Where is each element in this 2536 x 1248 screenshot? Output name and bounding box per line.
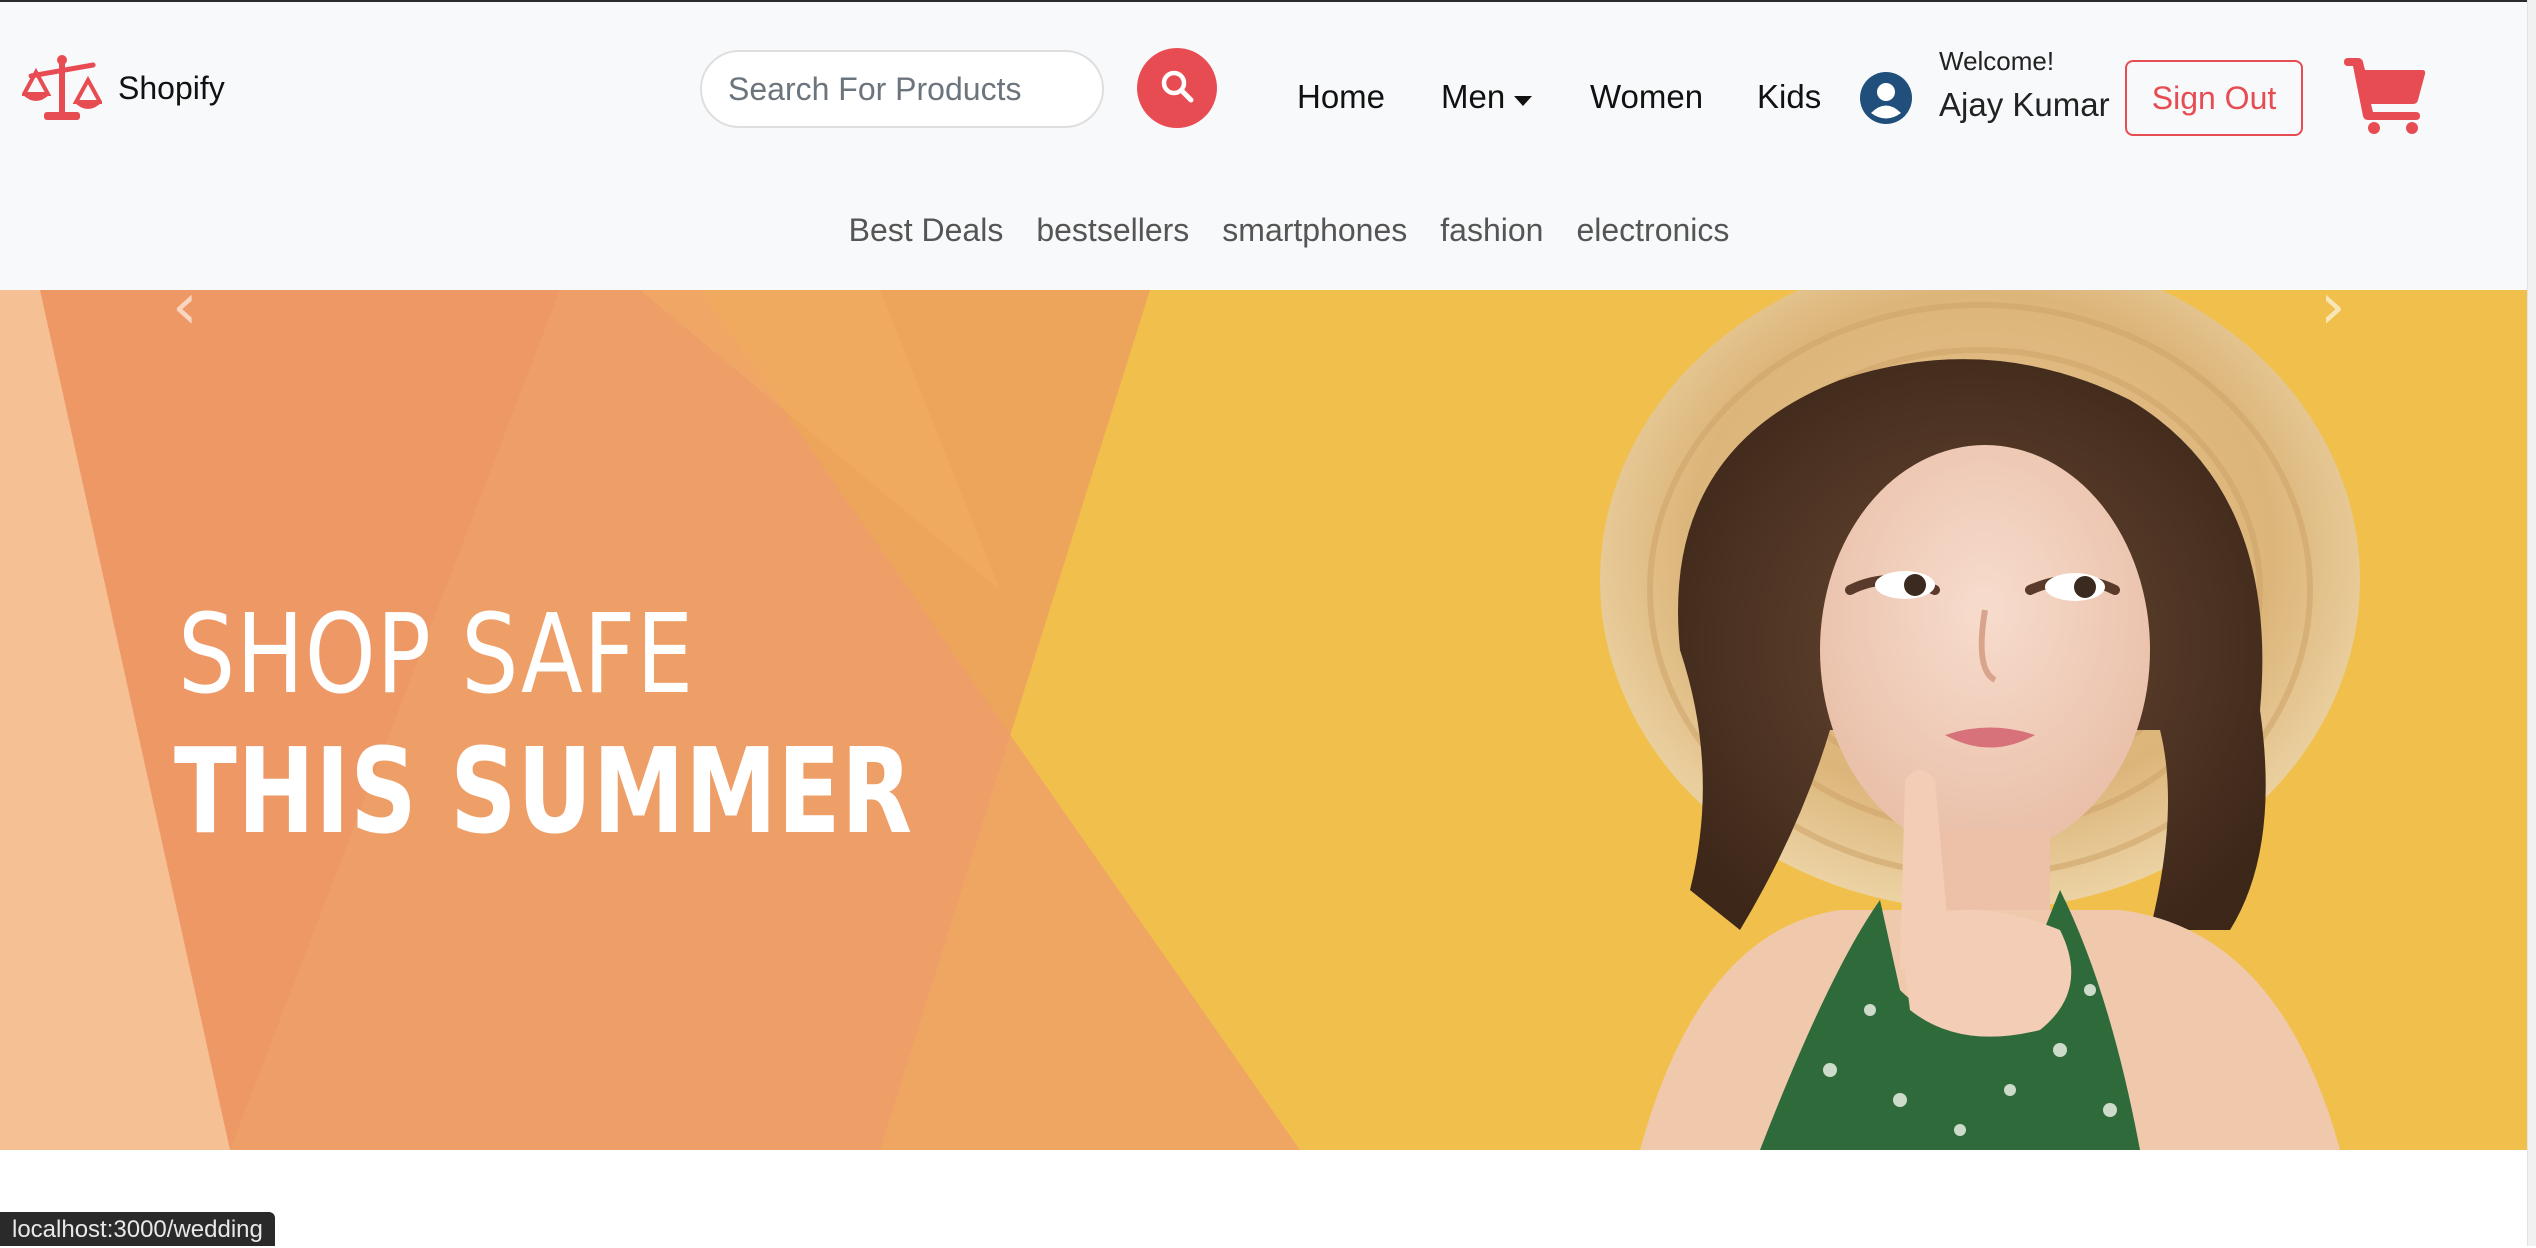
search-button[interactable] [1137, 48, 1217, 128]
caret-down-icon [1513, 78, 1533, 116]
search-icon [1159, 68, 1195, 109]
search-input[interactable] [726, 69, 1090, 109]
sign-out-button[interactable]: Sign Out [2125, 60, 2303, 136]
carousel-prev-arrow[interactable]: ‹ [172, 290, 198, 344]
category-link-fashion[interactable]: fashion [1440, 212, 1543, 249]
scrollbar-track[interactable] [2527, 0, 2536, 1246]
brand-name: Shopify [118, 69, 225, 106]
hero-banner-image [0, 290, 2528, 1150]
nav-kids[interactable]: Kids [1757, 78, 1821, 116]
welcome-text: Welcome! [1939, 46, 2055, 76]
nav-home[interactable]: Home [1297, 78, 1385, 116]
shopping-cart-icon[interactable] [2344, 58, 2426, 134]
category-bar: Best Deals bestsellers smartphones fashi… [0, 212, 2528, 249]
link-preview-status: localhost:3000/wedding [0, 1212, 275, 1246]
category-link-best-deals[interactable]: Best Deals [849, 212, 1004, 249]
nav-women[interactable]: Women [1590, 78, 1703, 116]
nav-men-dropdown[interactable]: Men [1441, 78, 1533, 116]
category-link-smartphones[interactable]: smartphones [1222, 212, 1407, 249]
banner-headline-line1: SHOP SAFE [178, 590, 695, 718]
brand-logo[interactable]: Shopify [22, 54, 225, 122]
banner-headline-line2: THIS SUMMER [174, 722, 913, 860]
balance-scale-icon [22, 54, 102, 122]
hero-carousel: SHOP SAFE THIS SUMMER ‹ › [0, 290, 2528, 1150]
user-circle-icon[interactable] [1860, 72, 1912, 124]
nav-men-label: Men [1441, 78, 1506, 115]
category-link-bestsellers[interactable]: bestsellers [1036, 212, 1189, 249]
user-name: Ajay Kumar [1939, 86, 2110, 123]
carousel-next-arrow[interactable]: › [2320, 290, 2346, 344]
search-bar [700, 50, 1104, 128]
category-link-electronics[interactable]: electronics [1576, 212, 1729, 249]
